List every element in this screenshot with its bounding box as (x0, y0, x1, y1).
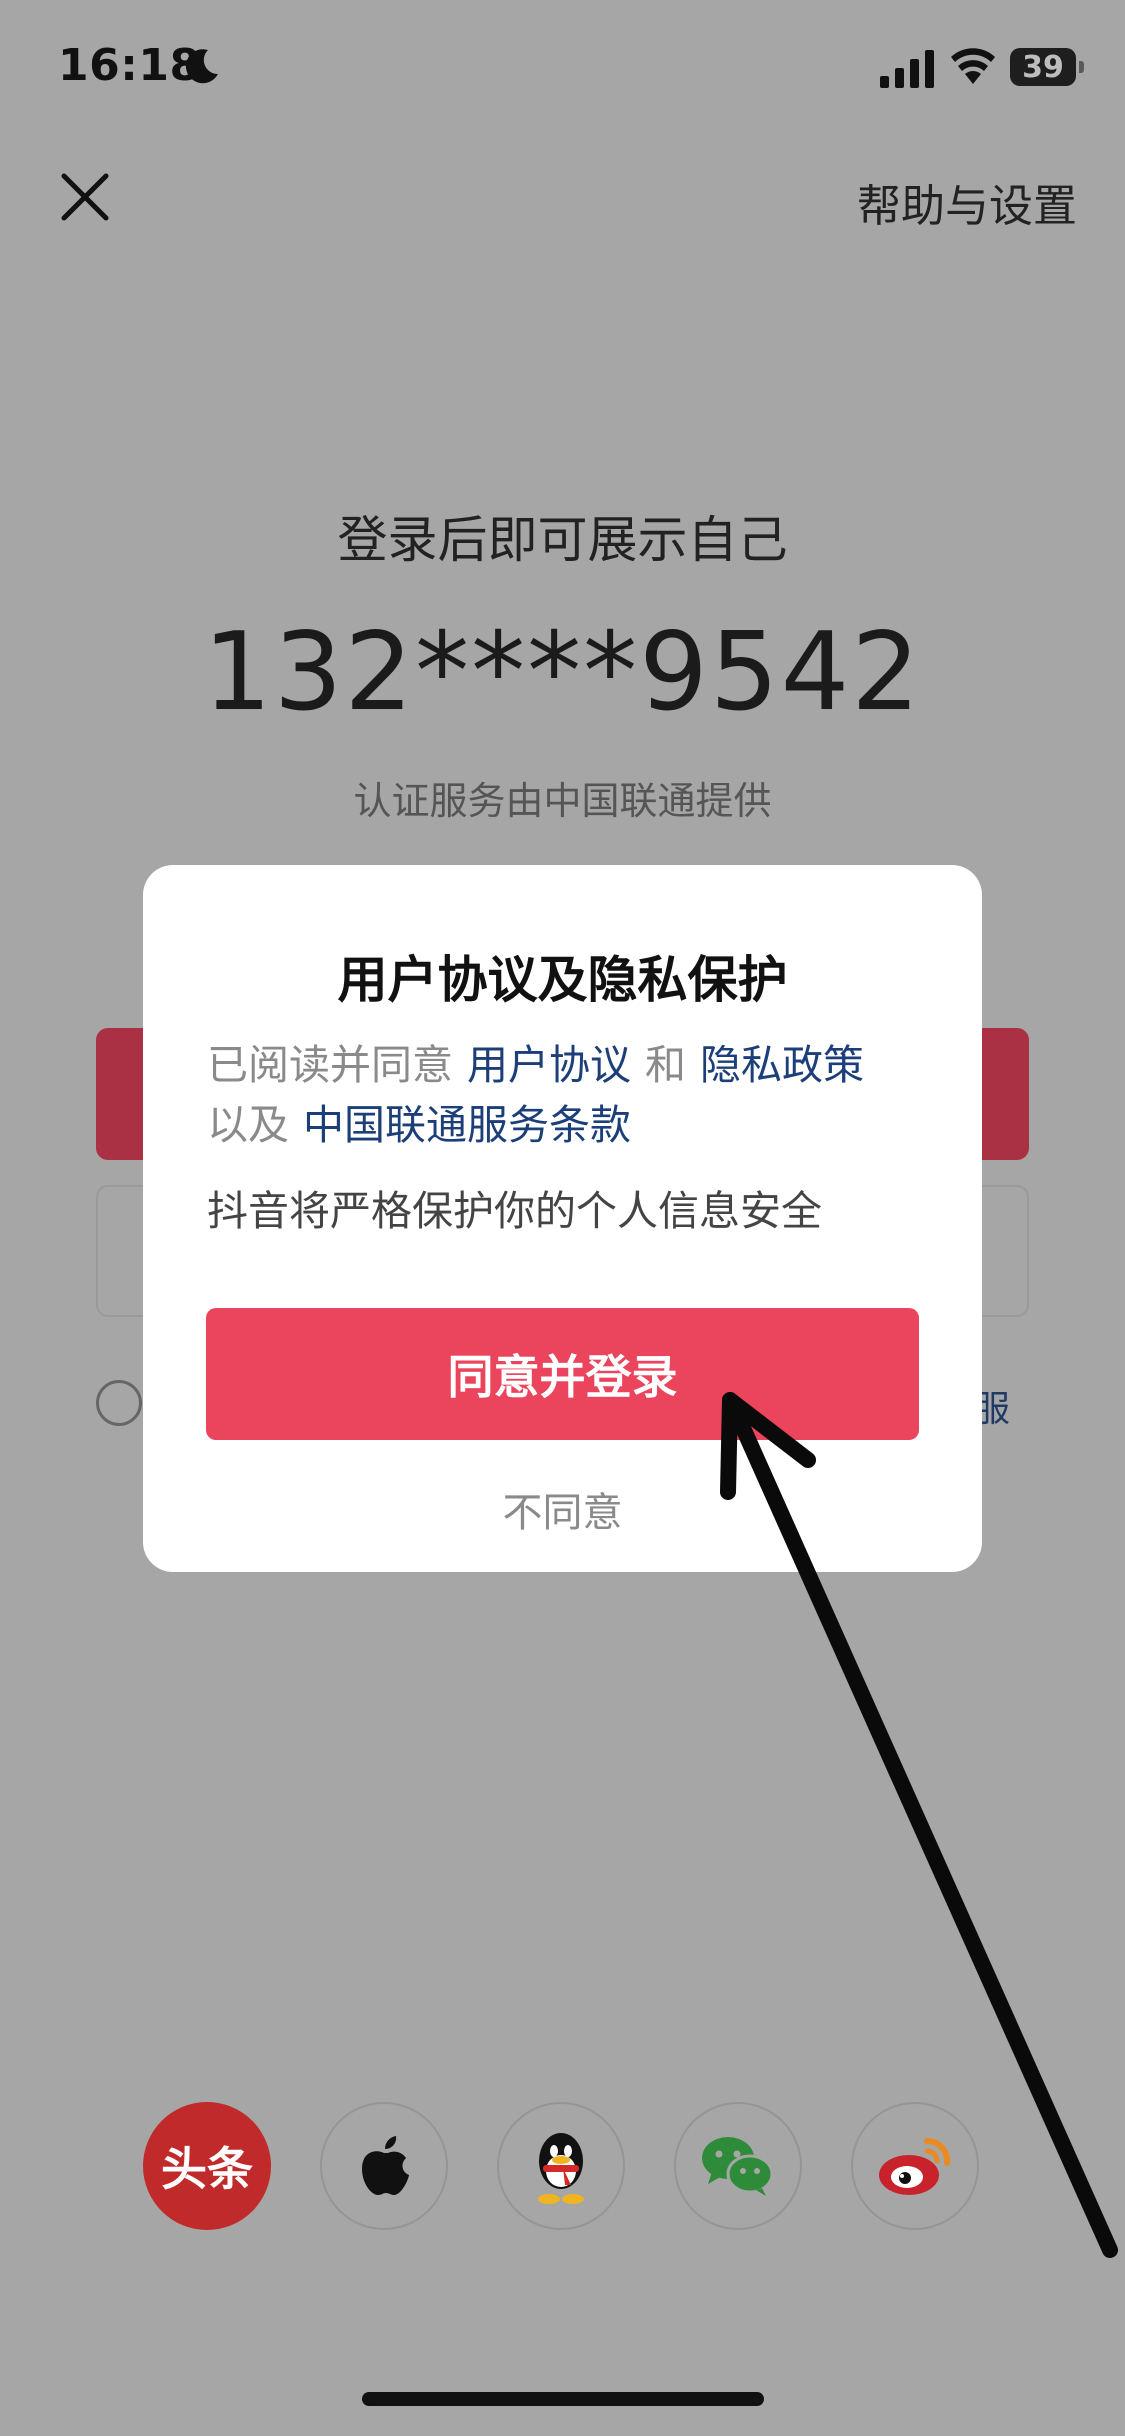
dialog-title: 用户协议及隐私保护 (337, 951, 788, 1009)
carrier-terms-link[interactable]: 中国联通服务条款 (303, 1101, 631, 1149)
close-icon[interactable] (58, 170, 112, 224)
home-indicator[interactable] (362, 2392, 764, 2406)
privacy-policy-link[interactable]: 隐私政策 (700, 1041, 864, 1089)
toutiao-icon[interactable]: 头条 (143, 2102, 271, 2230)
qq-icon (538, 2133, 584, 2204)
agree-and-login-button[interactable]: 同意并登录 (206, 1308, 919, 1440)
moon-icon (185, 49, 218, 84)
agree-prefix-text: 已阅读并同意 (207, 1041, 453, 1089)
as-well-as-text: 以及 (207, 1101, 289, 1149)
third-party-login-row: 头条 (0, 2102, 1125, 2230)
agreement-dialog: 用户协议及隐私保护 已阅读并同意 用户协议和隐私政策 以及 中国联通服务条款 抖音将… (143, 865, 982, 1572)
battery-indicator: 39 (1010, 48, 1084, 86)
and-text: 和 (645, 1041, 686, 1089)
qq-login-button[interactable] (497, 2102, 625, 2230)
carrier-auth-note: 认证服务由中国联通提供 (353, 779, 772, 823)
disagree-button[interactable]: 不同意 (143, 1480, 982, 1538)
help-settings-link[interactable]: 帮助与设置 (857, 170, 1077, 234)
user-agreement-link[interactable]: 用户协议 (467, 1041, 631, 1089)
apple-icon (362, 2136, 409, 2195)
wechat-icon (702, 2137, 774, 2196)
weibo-icon (879, 2137, 951, 2195)
wifi-icon (951, 48, 995, 84)
wechat-login-button[interactable] (674, 2102, 802, 2230)
status-bar: 16:18 39 (0, 0, 1125, 120)
toutiao-label: 头条 (161, 2142, 253, 2196)
masked-phone-number: 132****9542 (203, 610, 922, 735)
weibo-login-button[interactable] (851, 2102, 979, 2230)
cellular-signal-icon (880, 50, 934, 88)
dialog-body: 已阅读并同意 用户协议和隐私政策 以及 中国联通服务条款 (207, 1035, 927, 1155)
apple-login-button[interactable] (320, 2102, 448, 2230)
agreement-radio[interactable] (96, 1380, 142, 1426)
privacy-protection-note: 抖音将严格保护你的个人信息安全 (207, 1187, 822, 1235)
login-headline: 登录后即可展示自己 (337, 511, 788, 569)
